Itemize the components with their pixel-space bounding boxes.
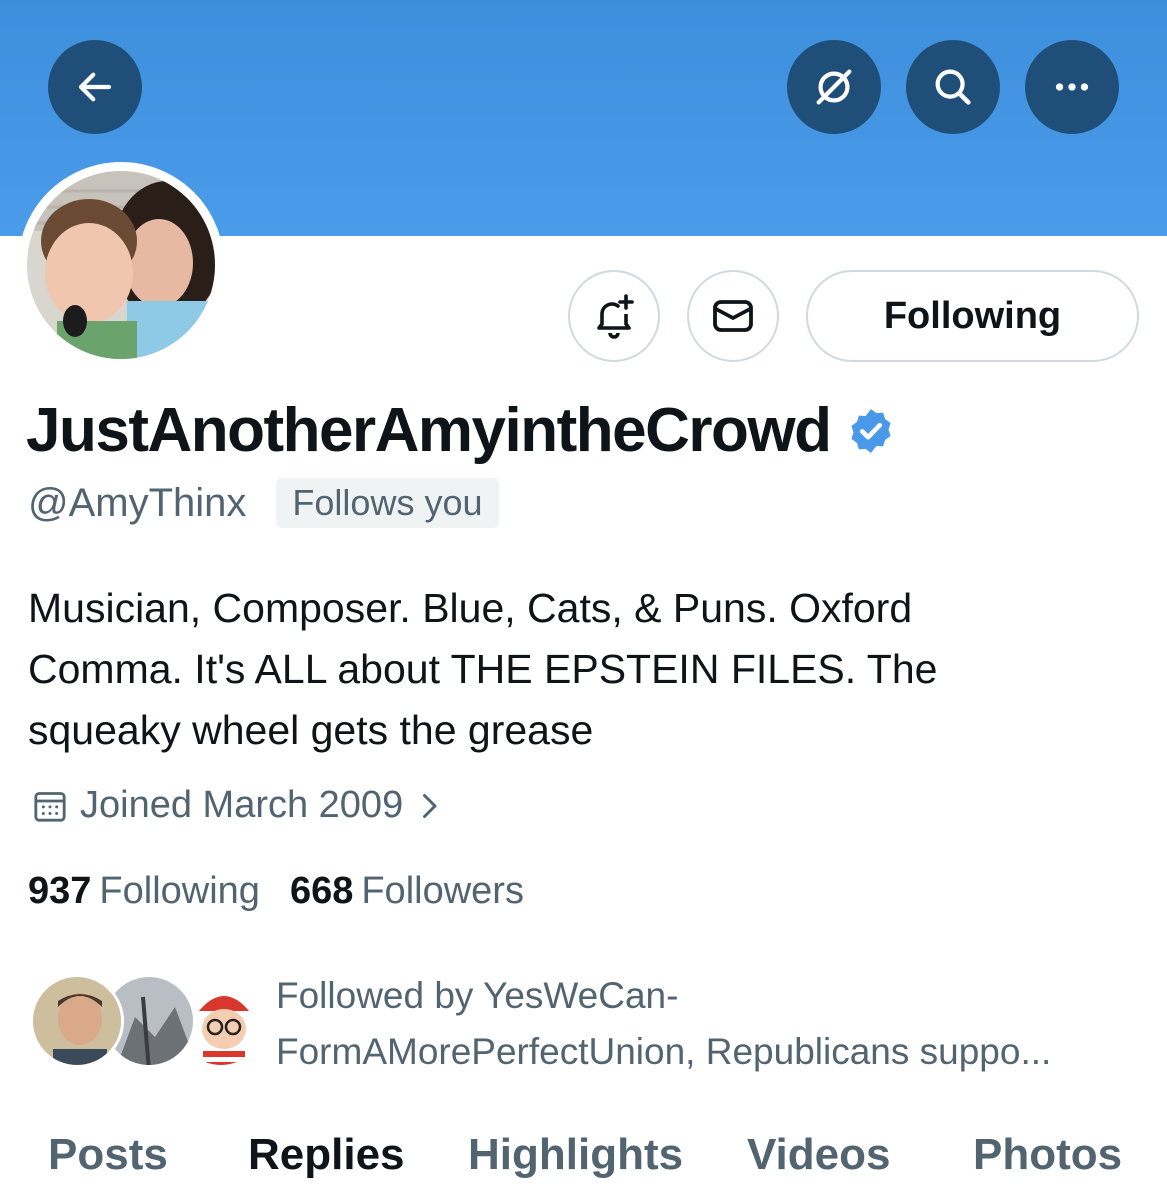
search-button[interactable] bbox=[906, 40, 1000, 134]
follows-you-badge: Follows you bbox=[276, 478, 499, 528]
tab-highlights[interactable]: Highlights bbox=[468, 1130, 683, 1180]
bell-plus-icon bbox=[597, 294, 634, 339]
avatar bbox=[30, 974, 124, 1068]
chevron-right-icon bbox=[423, 793, 437, 818]
arrow-left-icon bbox=[78, 72, 112, 102]
profile-avatar[interactable] bbox=[18, 162, 224, 368]
followed-by-section[interactable]: Followed by YesWeCan- FormAMorePerfectUn… bbox=[30, 968, 1156, 1080]
grok-button[interactable] bbox=[787, 40, 881, 134]
joined-date[interactable]: Joined March 2009 bbox=[30, 784, 447, 827]
notify-button[interactable] bbox=[568, 270, 660, 362]
following-button[interactable]: Following bbox=[806, 270, 1139, 362]
back-button[interactable] bbox=[48, 40, 142, 134]
slash-circle-icon bbox=[816, 69, 852, 105]
tab-posts[interactable]: Posts bbox=[48, 1130, 168, 1180]
more-button[interactable] bbox=[1025, 40, 1119, 134]
follow-stats: 937 Following 668 Followers bbox=[28, 870, 524, 913]
followers-stat[interactable]: 668 Followers bbox=[290, 870, 524, 913]
envelope-icon bbox=[713, 300, 753, 332]
calendar-icon bbox=[34, 791, 66, 822]
followed-by-text: Followed by YesWeCan- FormAMorePerfectUn… bbox=[276, 968, 1156, 1080]
verified-badge-icon bbox=[851, 408, 892, 453]
user-handle: @AmyThinx bbox=[28, 480, 247, 525]
tab-photos[interactable]: Photos bbox=[973, 1130, 1122, 1180]
more-horizontal-icon bbox=[1055, 83, 1089, 91]
search-icon bbox=[935, 69, 971, 105]
tab-videos[interactable]: Videos bbox=[747, 1130, 890, 1180]
followers-count: 668 bbox=[289, 870, 354, 912]
followed-by-avatars bbox=[30, 968, 268, 1068]
message-button[interactable] bbox=[687, 270, 779, 362]
joined-label: Joined March 2009 bbox=[80, 784, 404, 826]
followers-label: Followers bbox=[361, 870, 524, 912]
handle-row: @AmyThinx Follows you bbox=[28, 478, 499, 528]
display-name: JustAnotherAmyintheCrowd bbox=[26, 396, 832, 465]
following-stat[interactable]: 937 Following bbox=[28, 870, 260, 913]
following-label: Following bbox=[99, 870, 260, 912]
tab-replies[interactable]: Replies bbox=[248, 1130, 405, 1180]
following-count: 937 bbox=[28, 870, 92, 912]
avatar bbox=[27, 171, 215, 359]
followed-by-line-1: Followed by YesWeCan- bbox=[276, 975, 679, 1016]
profile-bio: Musician, Composer. Blue, Cats, & Puns. … bbox=[28, 585, 938, 753]
name-row: JustAnotherAmyintheCrowd bbox=[26, 395, 896, 466]
profile-tabs: Posts Replies Highlights Videos Photos bbox=[0, 1120, 1167, 1200]
followed-by-line-2: FormAMorePerfectUnion, Republicans suppo… bbox=[276, 1031, 1052, 1072]
